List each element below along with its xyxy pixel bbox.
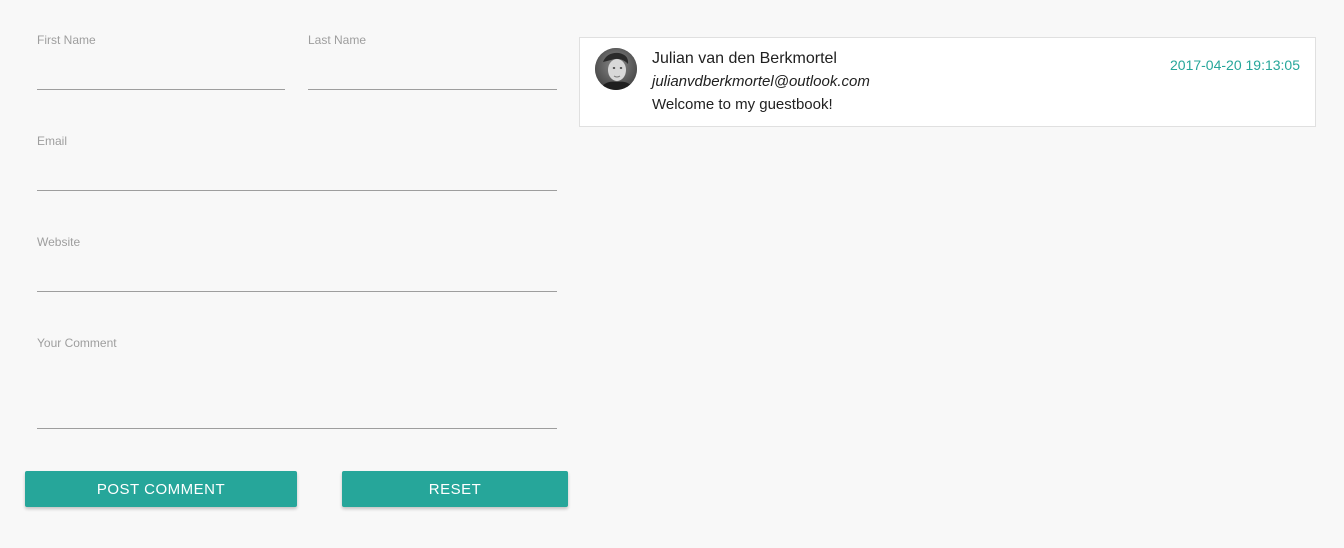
comment-author-email: julianvdberkmortel@outlook.com bbox=[652, 73, 870, 90]
email-label: Email bbox=[37, 134, 68, 148]
first-name-label: First Name bbox=[37, 33, 96, 47]
email-field-group: Email bbox=[37, 134, 557, 192]
comment-timestamp: 2017-04-20 19:13:05 bbox=[1170, 57, 1300, 73]
comment-card: Julian van den Berkmortel julianvdberkmo… bbox=[579, 37, 1316, 127]
reset-button[interactable]: RESET bbox=[342, 471, 568, 507]
website-input[interactable] bbox=[37, 261, 557, 292]
comment-label: Your Comment bbox=[37, 336, 117, 350]
guestbook-page: First Name Last Name Email Website Your … bbox=[0, 0, 1344, 548]
last-name-input[interactable] bbox=[308, 59, 557, 90]
post-comment-button[interactable]: POST COMMENT bbox=[25, 471, 297, 507]
comment-textarea[interactable] bbox=[37, 360, 557, 429]
comment-text: Welcome to my guestbook! bbox=[652, 96, 833, 113]
email-input[interactable] bbox=[37, 160, 557, 191]
comment-field-group: Your Comment bbox=[37, 336, 557, 430]
website-label: Website bbox=[37, 235, 81, 249]
first-name-input[interactable] bbox=[37, 59, 285, 90]
avatar-image bbox=[595, 48, 637, 90]
last-name-field-group: Last Name bbox=[308, 33, 557, 91]
website-field-group: Website bbox=[37, 235, 557, 293]
last-name-label: Last Name bbox=[308, 33, 367, 47]
avatar bbox=[595, 48, 637, 90]
first-name-field-group: First Name bbox=[37, 33, 285, 91]
comment-author-name: Julian van den Berkmortel bbox=[652, 50, 837, 67]
